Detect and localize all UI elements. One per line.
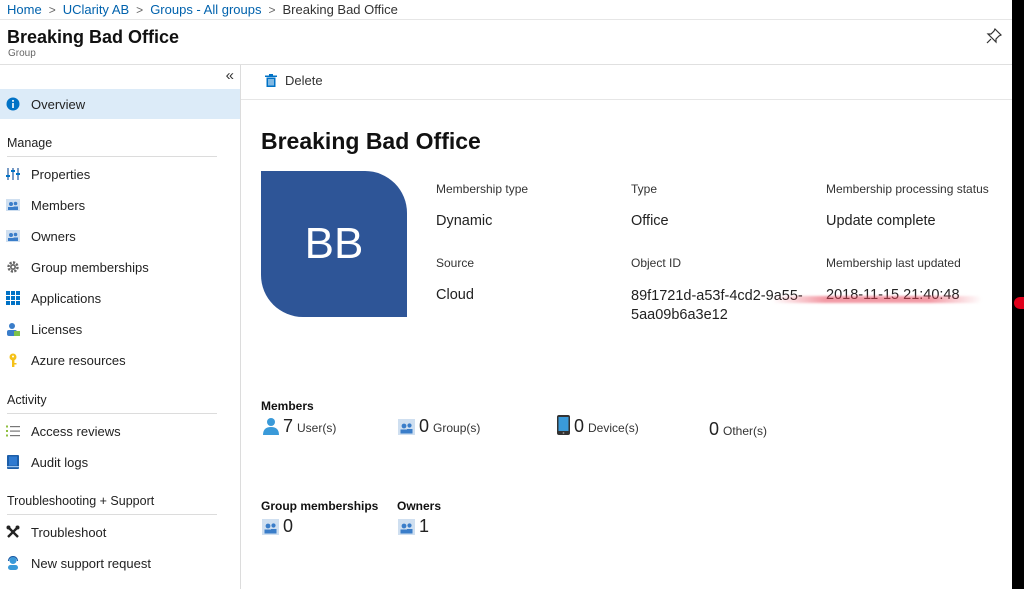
others-unit: Other(s) <box>723 424 768 438</box>
device-icon <box>557 415 570 435</box>
sidebar-item-label: Troubleshoot <box>31 524 107 540</box>
owners-title: Owners <box>397 499 442 513</box>
delete-button-label: Delete <box>285 73 323 88</box>
section-activity: Activity <box>7 393 217 414</box>
pin-icon[interactable] <box>986 28 1002 44</box>
breadcrumb-home[interactable]: Home <box>7 2 42 17</box>
membership-type-value: Dynamic <box>436 213 493 229</box>
others-count: 0 <box>709 419 720 439</box>
checklist-icon <box>6 424 20 438</box>
source-label: Source <box>436 256 475 270</box>
sidebar-item-label: Members <box>31 197 86 213</box>
license-user-icon <box>6 322 20 336</box>
sidebar-item-properties[interactable]: Properties <box>0 159 240 189</box>
annotation-highlight <box>772 296 982 303</box>
sidebar-item-label: Applications <box>31 290 102 306</box>
trash-icon <box>265 74 277 87</box>
breadcrumb-separator: > <box>268 2 276 17</box>
owners-stat[interactable]: 1 <box>398 517 429 535</box>
members-icon <box>6 198 20 212</box>
book-icon <box>6 455 20 469</box>
window-edge <box>1012 0 1024 589</box>
breadcrumb: Home > UClarity AB > Groups - All groups… <box>0 0 1012 20</box>
sidebar-item-troubleshoot[interactable]: Troubleshoot <box>0 517 240 547</box>
group-memberships-count: 0 <box>283 516 294 536</box>
sidebar-item-label: Audit logs <box>31 454 89 470</box>
group-title: Breaking Bad Office <box>261 128 481 154</box>
members-others-stat[interactable]: 0 Other(s) <box>709 420 767 438</box>
group-icon <box>398 519 415 535</box>
group-memberships-title: Group memberships <box>261 499 379 513</box>
sidebar-item-new-support-request[interactable]: New support request <box>0 548 240 578</box>
sidebar-item-label: Licenses <box>31 321 83 337</box>
key-icon <box>6 353 20 367</box>
group-avatar: BB <box>261 171 407 317</box>
owners-count: 1 <box>419 516 430 536</box>
membership-type-label: Membership type <box>436 182 529 196</box>
applications-grid-icon <box>6 291 20 305</box>
tools-icon <box>6 525 20 539</box>
group-memberships-stat[interactable]: 0 <box>262 517 293 535</box>
user-icon <box>263 417 279 435</box>
sidebar-item-licenses[interactable]: Licenses <box>0 314 240 344</box>
sidebar-item-members[interactable]: Members <box>0 190 240 220</box>
sidebar-item-label: Group memberships <box>31 259 149 275</box>
blade-title: Breaking Bad Office <box>7 27 180 47</box>
users-unit: User(s) <box>297 421 337 435</box>
object-id-value[interactable]: 89f1721d-a53f-4cd2-9a55-5aa09b6a3e12 <box>631 287 836 325</box>
members-devices-stat[interactable]: 0 Device(s) <box>557 415 639 435</box>
processing-status-value: Update complete <box>826 213 936 229</box>
devices-count: 0 <box>574 416 585 436</box>
devices-unit: Device(s) <box>588 421 639 435</box>
groups-unit: Group(s) <box>433 421 481 435</box>
breadcrumb-tenant[interactable]: UClarity AB <box>63 2 129 17</box>
object-id-label: Object ID <box>631 256 682 270</box>
type-value: Office <box>631 213 669 229</box>
sidebar-item-applications[interactable]: Applications <box>0 283 240 313</box>
sidebar-item-owners[interactable]: Owners <box>0 221 240 251</box>
delete-button[interactable]: Delete <box>265 73 323 88</box>
sidebar-item-label: Overview <box>31 96 86 112</box>
owners-icon <box>6 229 20 243</box>
properties-icon <box>6 167 20 181</box>
members-title: Members <box>261 399 314 413</box>
type-label: Type <box>631 182 658 196</box>
sidebar-item-label: Access reviews <box>31 423 121 439</box>
group-icon <box>398 419 415 435</box>
info-icon <box>6 97 20 111</box>
collapse-sidebar-icon[interactable]: « <box>226 67 234 84</box>
processing-status-label: Membership processing status <box>826 182 989 196</box>
sidebar-item-azure-resources[interactable]: Azure resources <box>0 345 240 375</box>
section-manage: Manage <box>7 136 217 157</box>
edge-marker <box>1014 297 1024 309</box>
sidebar: « Overview Manage Properties Members Own… <box>0 65 241 589</box>
groups-count: 0 <box>419 416 430 436</box>
breadcrumb-separator: > <box>48 2 56 17</box>
sidebar-item-group-memberships[interactable]: Group memberships <box>0 252 240 282</box>
gear-icon <box>6 260 20 274</box>
command-bar: Delete <box>241 65 1012 100</box>
sidebar-item-label: New support request <box>31 555 151 571</box>
sidebar-item-label: Owners <box>31 228 76 244</box>
breadcrumb-separator: > <box>136 2 144 17</box>
members-users-stat[interactable]: 7 User(s) <box>263 417 336 435</box>
sidebar-item-access-reviews[interactable]: Access reviews <box>0 416 240 446</box>
sidebar-item-overview[interactable]: Overview <box>0 89 240 119</box>
users-count: 7 <box>283 416 294 436</box>
source-value: Cloud <box>436 287 474 303</box>
blade-header: Breaking Bad Office Group <box>0 20 1012 65</box>
section-troubleshooting-support: Troubleshooting + Support <box>7 494 217 515</box>
avatar-initials: BB <box>304 219 364 268</box>
members-groups-stat[interactable]: 0 Group(s) <box>398 417 480 435</box>
group-icon <box>262 519 279 535</box>
last-updated-label: Membership last updated <box>826 256 961 270</box>
blade-subtitle: Group <box>8 48 36 59</box>
breadcrumb-current: Breaking Bad Office <box>282 2 398 17</box>
sidebar-item-audit-logs[interactable]: Audit logs <box>0 447 240 477</box>
sidebar-item-label: Properties <box>31 166 91 182</box>
breadcrumb-all-groups[interactable]: Groups - All groups <box>150 2 261 17</box>
support-person-icon <box>6 556 20 570</box>
sidebar-item-label: Azure resources <box>31 352 126 368</box>
